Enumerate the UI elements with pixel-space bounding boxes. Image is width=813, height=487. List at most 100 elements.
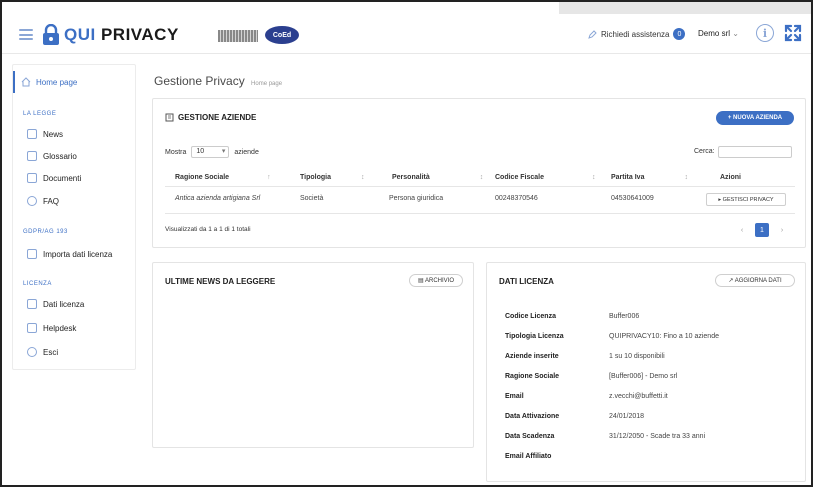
show-suffix: aziende	[234, 148, 259, 156]
sidebar-item-label: Esci	[43, 347, 59, 357]
pencil-icon	[588, 29, 597, 39]
lock-icon	[43, 24, 59, 45]
license-value: QUIPRIVACY10: Fino a 10 aziende	[609, 333, 719, 340]
sidebar-item-label: Helpdesk	[43, 323, 77, 333]
license-heading: DATI LICENZA	[499, 277, 554, 286]
app-logo[interactable]: QUI PRIVACY	[42, 24, 179, 46]
logo-qui: QUI	[64, 25, 96, 44]
license-label: Codice Licenza	[505, 313, 556, 320]
license-value: z.vecchi@buffetti.it	[609, 393, 668, 400]
sidebar-item-esci[interactable]: Esci	[27, 347, 58, 357]
license-label: Aziende inserite	[505, 353, 559, 360]
app-window: QUI PRIVACY CoEd Richiedi assistenza 0 D…	[0, 0, 813, 487]
column-label: Partita Iva	[611, 174, 645, 181]
license-label: Data Scadenza	[505, 433, 555, 440]
sort-icon: ↕	[592, 174, 596, 181]
pager-prev[interactable]: ‹	[735, 223, 749, 237]
sidebar-item-label: FAQ	[43, 196, 60, 206]
sort-icon: ↑	[267, 174, 271, 181]
aziende-heading-text: GESTIONE AZIENDE	[178, 113, 257, 122]
license-label: Data Attivazione	[505, 413, 560, 420]
column-header-azioni: Azioni	[720, 174, 741, 181]
sidebar-item-helpdesk[interactable]: Helpdesk	[27, 323, 76, 333]
pager-page-1[interactable]: 1	[755, 223, 769, 237]
window-strip	[559, 2, 811, 14]
logo-text: QUI PRIVACY	[64, 25, 179, 45]
sidebar-item-news[interactable]: News	[27, 129, 63, 139]
chevron-down-icon: ⌄	[732, 29, 739, 38]
license-label: Ragione Sociale	[505, 373, 560, 380]
news-panel: ULTIME NEWS DA LEGGERE ▤ ARCHIVIO	[152, 262, 474, 448]
breadcrumb[interactable]: Home page	[251, 81, 282, 87]
sidebar-item-faq[interactable]: FAQ	[27, 196, 59, 206]
home-icon	[21, 77, 31, 87]
column-header-tipologia[interactable]: Tipologia ↕	[300, 174, 364, 181]
column-header-ragione-sociale[interactable]: Ragione Sociale ↑	[175, 174, 271, 181]
page-title-text: Gestione Privacy	[154, 74, 245, 88]
sidebar-item-label: Glossario	[43, 151, 77, 161]
search-label: Cerca:	[694, 148, 715, 155]
license-value: 1 su 10 disponibili	[609, 353, 665, 360]
column-label: Azioni	[720, 174, 741, 181]
info-icon[interactable]: i	[756, 24, 774, 42]
table-info: Visualizzati da 1 a 1 di 1 totali	[165, 226, 251, 233]
sidebar-item-importa[interactable]: Importa dati licenza	[27, 249, 112, 259]
column-label: Tipologia	[300, 174, 331, 181]
license-panel: DATI LICENZA ↗ AGGIORNA DATI Codice Lice…	[486, 262, 806, 482]
sidebar-item-dati-licenza[interactable]: Dati licenza	[27, 299, 84, 309]
license-label: Email	[505, 393, 524, 400]
update-data-button[interactable]: ↗ AGGIORNA DATI	[715, 274, 795, 287]
sidebar-item-glossario[interactable]: Glossario	[27, 151, 77, 161]
user-menu[interactable]: Demo srl ⌄	[698, 29, 739, 38]
chevron-down-icon: ▾	[221, 148, 226, 155]
aziende-heading: GESTIONE AZIENDE	[165, 113, 256, 122]
import-icon	[27, 249, 37, 259]
sidebar-item-home[interactable]: Home page	[21, 77, 77, 87]
license-value: [Buffer006] - Demo srl	[609, 373, 678, 380]
manage-privacy-button[interactable]: ▸ GESTISCI PRIVACY	[706, 193, 786, 206]
sidebar-item-label: News	[43, 129, 64, 139]
cell-ragione-sociale: Antica azienda artigiana Srl	[175, 195, 261, 202]
rss-icon	[27, 129, 37, 139]
pagination: ‹ 1 ›	[735, 223, 789, 237]
license-label: Tipologia Licenza	[505, 333, 564, 340]
active-indicator	[13, 71, 15, 93]
column-header-codice-fiscale[interactable]: Codice Fiscale ↕	[495, 174, 596, 181]
fullscreen-icon[interactable]	[784, 24, 802, 42]
sidebar-item-label: Importa dati licenza	[43, 249, 113, 259]
show-prefix: Mostra	[165, 148, 187, 156]
cell-partita-iva: 04530641009	[611, 195, 654, 202]
sidebar-section-licenza: LICENZA	[23, 281, 52, 287]
folder-icon	[27, 173, 37, 183]
sidebar-item-documenti[interactable]: Documenti	[27, 173, 81, 183]
sort-icon: ↕	[479, 174, 484, 181]
sort-icon: ↕	[684, 174, 688, 181]
page-size-control: Mostra 10 ▾ aziende	[165, 146, 259, 158]
wrench-icon	[27, 323, 37, 333]
search-input[interactable]	[718, 146, 792, 158]
archive-button[interactable]: ▤ ARCHIVIO	[409, 274, 463, 287]
page-size-select[interactable]: 10 ▾	[191, 146, 230, 158]
sidebar-section-gdpr: GDPR/AG 193	[23, 229, 68, 235]
assistance-count: 0	[673, 28, 686, 40]
column-header-personalita[interactable]: Personalità ↕	[392, 174, 483, 181]
license-value: 31/12/2050 - Scade tra 33 anni	[609, 433, 706, 440]
assistance-link[interactable]: Richiedi assistenza 0	[588, 28, 686, 40]
column-header-partita-iva[interactable]: Partita Iva ↕	[611, 174, 688, 181]
license-value: 24/01/2018	[609, 413, 645, 420]
row-divider	[165, 213, 795, 214]
logout-icon	[27, 347, 37, 357]
sidebar-item-label: Dati licenza	[43, 299, 85, 309]
pager-next[interactable]: ›	[775, 223, 789, 237]
column-label: Personalità	[392, 174, 430, 181]
book-icon	[27, 151, 37, 161]
sidebar-item-label: Documenti	[43, 173, 82, 183]
news-heading: ULTIME NEWS DA LEGGERE	[165, 277, 276, 286]
page-size-value: 10	[196, 148, 205, 155]
cell-codice-fiscale: 00248370546	[495, 195, 538, 202]
license-label: Email Affiliato	[505, 453, 552, 460]
new-company-button[interactable]: + NUOVA AZIENDA	[716, 111, 794, 125]
menu-icon[interactable]	[19, 29, 33, 40]
sidebar: Home page LA LEGGE News Glossario Docume…	[12, 64, 136, 370]
cell-personalita: Persona giuridica	[389, 195, 444, 202]
